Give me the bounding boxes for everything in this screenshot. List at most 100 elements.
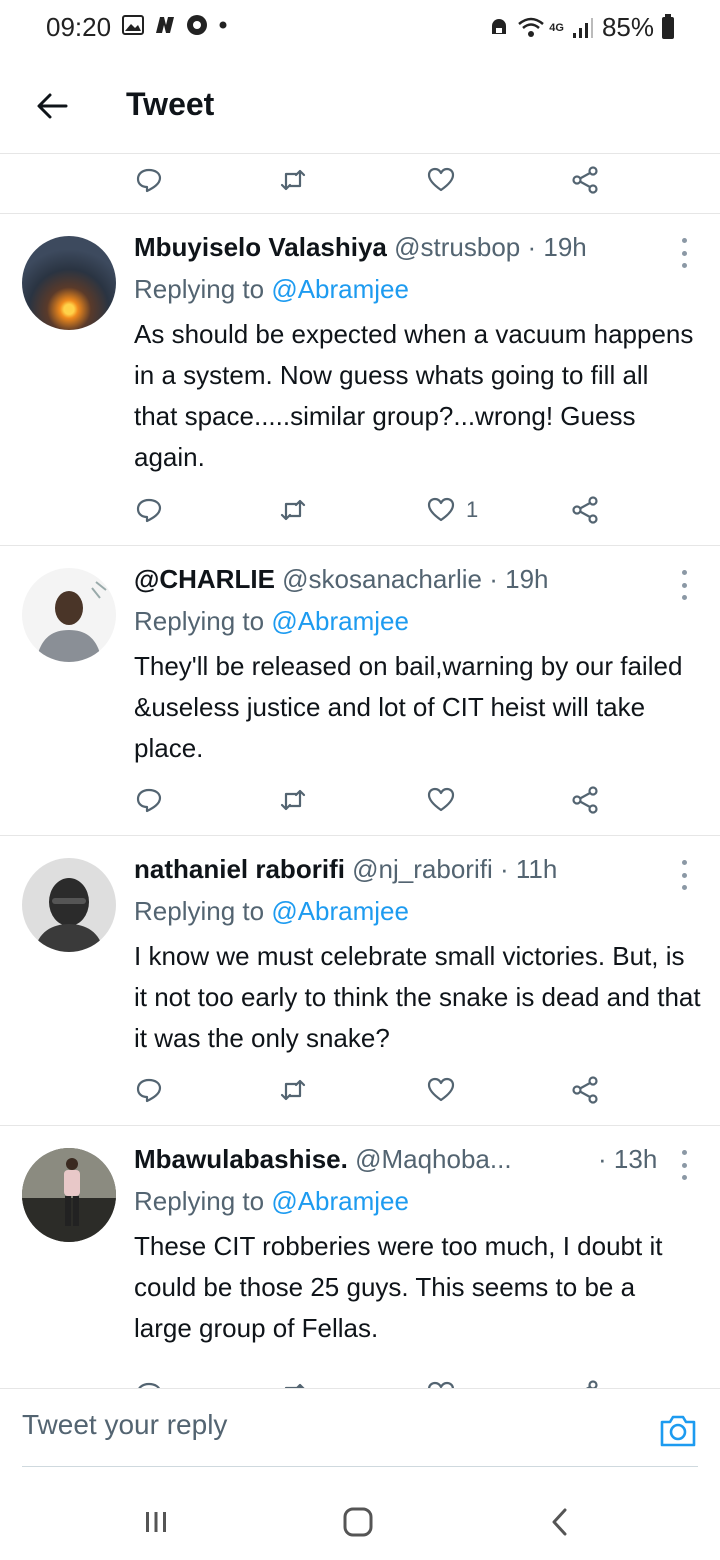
avatar[interactable] xyxy=(22,1148,116,1242)
avatar-person-image xyxy=(22,1148,116,1242)
share-button[interactable] xyxy=(570,1364,600,1388)
like-button[interactable] xyxy=(426,1364,456,1388)
like-button[interactable] xyxy=(426,770,456,830)
tweet-text: As should be expected when a vacuum happ… xyxy=(134,319,694,472)
heart-icon xyxy=(427,497,455,522)
like-count: 1 xyxy=(466,497,479,522)
author-name[interactable]: Mbuyiselo Valashiya xyxy=(134,232,387,262)
author-name[interactable]: nathaniel raborifi xyxy=(134,854,345,884)
retweet-button[interactable] xyxy=(278,770,308,830)
reply-button[interactable] xyxy=(134,1364,164,1388)
retweet-icon xyxy=(280,1079,306,1101)
tweet-time: 13h xyxy=(613,1144,658,1174)
reply-icon xyxy=(138,1382,161,1388)
reply-tweet[interactable]: Mbawulabashise. @Maqhoba... · 13h Replyi… xyxy=(0,1126,720,1388)
replying-to-label: Replying to xyxy=(134,606,265,636)
author-handle[interactable]: @Maqhoba... xyxy=(355,1144,511,1174)
author-handle[interactable]: @strusbop xyxy=(394,232,520,262)
reply-button[interactable] xyxy=(134,480,164,540)
replying-to-label: Replying to xyxy=(134,896,265,926)
heart-icon xyxy=(427,167,455,192)
retweet-button[interactable] xyxy=(278,150,308,210)
retweet-button[interactable] xyxy=(278,1060,308,1120)
home-button[interactable] xyxy=(338,1502,378,1542)
tweet-text: I know we must celebrate small victories… xyxy=(134,941,701,1053)
like-button[interactable] xyxy=(426,150,456,210)
reply-composer xyxy=(0,1388,720,1468)
chevron-left-icon xyxy=(552,1508,567,1536)
tweet-text: These CIT robberies were too much, I dou… xyxy=(134,1231,663,1343)
avatar-person-image xyxy=(34,878,104,952)
heart-icon xyxy=(427,787,455,812)
replying-to-label: Replying to xyxy=(134,1186,265,1216)
battery-percent: 85% xyxy=(601,12,654,42)
alarm-icon xyxy=(492,18,507,34)
status-right: 4G 85% xyxy=(489,12,674,43)
camera-icon xyxy=(660,1415,696,1447)
network-type: 4G xyxy=(549,21,564,34)
author-name[interactable]: @CHARLIE xyxy=(134,564,275,594)
signal-icon xyxy=(572,17,593,38)
home-icon xyxy=(343,1507,373,1537)
recent-apps-icon xyxy=(146,1512,166,1532)
share-button[interactable] xyxy=(570,1060,600,1120)
retweet-icon xyxy=(280,169,306,191)
more-options-button[interactable] xyxy=(674,570,694,600)
news-notification-icon xyxy=(156,17,174,33)
camera-button[interactable] xyxy=(658,1413,698,1449)
back-button[interactable] xyxy=(30,84,74,128)
app-bar: Tweet xyxy=(0,58,720,154)
separator-dot: · xyxy=(598,1144,607,1174)
more-options-button[interactable] xyxy=(674,238,694,268)
tweet-actions xyxy=(0,770,720,830)
status-time: 09:20 xyxy=(46,12,112,42)
share-icon xyxy=(572,1076,598,1104)
reply-button[interactable] xyxy=(134,1060,164,1120)
reply-icon xyxy=(136,498,162,523)
tweet-actions: 1 xyxy=(0,480,720,540)
reply-button[interactable] xyxy=(134,770,164,830)
like-button[interactable]: 1 xyxy=(426,480,478,540)
share-icon xyxy=(572,496,598,524)
tweet-header: Mbawulabashise. @Maqhoba... xyxy=(134,1144,604,1175)
share-button[interactable] xyxy=(570,150,600,210)
author-handle[interactable]: @skosanacharlie xyxy=(282,564,482,594)
replying-to: Replying to @Abramjee xyxy=(134,606,409,637)
retweet-icon xyxy=(284,1383,305,1388)
tweet-actions xyxy=(0,1060,720,1120)
tweet-time: 19h xyxy=(505,564,549,594)
retweet-button[interactable] xyxy=(278,1364,308,1388)
like-button[interactable] xyxy=(426,1060,456,1120)
more-options-button[interactable] xyxy=(674,860,694,890)
avatar[interactable] xyxy=(22,858,116,952)
heart-icon xyxy=(427,1077,455,1102)
avatar[interactable] xyxy=(22,568,116,662)
wifi-icon xyxy=(518,17,545,37)
share-button[interactable] xyxy=(570,480,600,540)
tweet-time: 11h xyxy=(515,854,558,884)
share-button[interactable] xyxy=(570,770,600,830)
share-icon xyxy=(572,166,598,194)
tweet-time: 19h xyxy=(543,232,587,262)
battery-icon xyxy=(662,13,674,39)
tweet-text: They'll be released on bail,warning by o… xyxy=(134,651,683,763)
more-options-button[interactable] xyxy=(674,1150,694,1180)
tweet-reply-input[interactable] xyxy=(22,1409,622,1441)
share-icon xyxy=(572,786,598,814)
back-nav-button[interactable] xyxy=(540,1502,580,1542)
replying-to-mention[interactable]: @Abramjee xyxy=(271,606,409,636)
replying-to: Replying to @Abramjee xyxy=(134,896,409,927)
recent-apps-button[interactable] xyxy=(136,1502,176,1542)
author-handle[interactable]: @nj_raborifi xyxy=(352,854,493,884)
retweet-button[interactable] xyxy=(278,480,308,540)
avatar[interactable] xyxy=(22,236,116,330)
author-name[interactable]: Mbawulabashise. xyxy=(134,1144,348,1174)
tweet-time-wrapper: · 13h xyxy=(598,1144,657,1175)
retweet-icon xyxy=(280,499,306,521)
gallery-notification-icon xyxy=(122,15,144,35)
avatar-person-image xyxy=(36,581,107,662)
replying-to-mention[interactable]: @Abramjee xyxy=(271,1186,409,1216)
replying-to-mention[interactable]: @Abramjee xyxy=(271,896,409,926)
replying-to-mention[interactable]: @Abramjee xyxy=(271,274,409,304)
reply-button[interactable] xyxy=(134,150,164,210)
